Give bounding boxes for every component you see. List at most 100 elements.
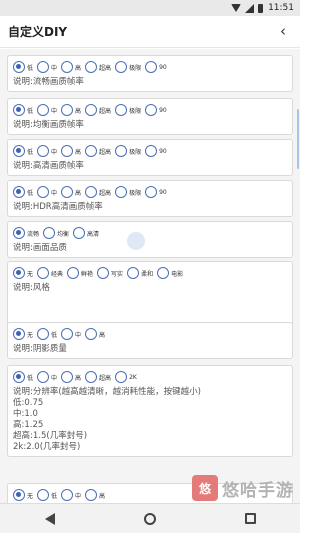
radio-button[interactable]	[43, 227, 56, 239]
radio-label: 高清	[87, 230, 100, 238]
radio-button[interactable]	[37, 267, 50, 279]
radio-button[interactable]	[127, 267, 140, 279]
radio-button[interactable]	[13, 227, 25, 239]
radio-option[interactable]: 无	[13, 328, 33, 340]
radio-option[interactable]: 90	[145, 145, 167, 157]
radio-option[interactable]: 90	[145, 104, 167, 116]
radio-button[interactable]	[85, 61, 98, 73]
radio-option[interactable]: 超高	[85, 186, 111, 198]
radio-option[interactable]: 极限	[115, 104, 141, 116]
radio-button[interactable]	[37, 186, 50, 198]
radio-button[interactable]	[85, 489, 98, 501]
scrollbar[interactable]	[297, 109, 299, 169]
radio-option[interactable]: 高	[61, 371, 81, 383]
radio-option[interactable]: 高	[61, 186, 81, 198]
radio-option[interactable]: 无	[13, 489, 33, 501]
radio-option[interactable]: 超高	[85, 104, 111, 116]
radio-option[interactable]: 高清	[73, 227, 99, 239]
radio-option[interactable]: 高	[61, 104, 81, 116]
radio-option[interactable]: 经典	[37, 267, 63, 279]
radio-option[interactable]: 中	[61, 328, 81, 340]
nav-recent-icon[interactable]	[244, 513, 256, 524]
radio-button[interactable]	[37, 61, 50, 73]
radio-button[interactable]	[85, 328, 98, 340]
radio-option[interactable]: 中	[37, 104, 57, 116]
radio-button[interactable]	[115, 186, 128, 198]
radio-button[interactable]	[37, 489, 50, 501]
radio-button[interactable]	[85, 371, 98, 383]
radio-option[interactable]: 中	[37, 186, 57, 198]
setting-description: 说明:高清画质帧率	[13, 161, 84, 171]
radio-button[interactable]	[13, 145, 25, 157]
radio-option[interactable]: 电影	[157, 267, 183, 279]
radio-button[interactable]	[157, 267, 170, 279]
nav-back-icon[interactable]	[44, 512, 55, 525]
radio-option[interactable]: 低	[13, 61, 33, 73]
radio-option[interactable]: 低	[13, 186, 33, 198]
radio-option[interactable]: 2K	[115, 371, 137, 383]
radio-button[interactable]	[145, 186, 158, 198]
radio-button[interactable]	[13, 267, 25, 279]
radio-button[interactable]	[13, 61, 25, 73]
radio-option[interactable]: 极限	[115, 145, 141, 157]
radio-label: 高	[75, 107, 82, 115]
radio-button[interactable]	[85, 186, 98, 198]
radio-button[interactable]	[145, 104, 158, 116]
nav-home-icon[interactable]	[143, 512, 156, 525]
radio-button[interactable]	[85, 104, 98, 116]
radio-button[interactable]	[61, 61, 74, 73]
radio-option[interactable]: 高	[61, 145, 81, 157]
radio-button[interactable]	[37, 104, 50, 116]
radio-option[interactable]: 超高	[85, 145, 111, 157]
radio-button[interactable]	[73, 227, 86, 239]
radio-button[interactable]	[13, 328, 25, 340]
radio-button[interactable]	[37, 145, 50, 157]
back-chevron-icon[interactable]: ‹	[280, 22, 286, 40]
radio-option[interactable]: 极限	[115, 186, 141, 198]
radio-option[interactable]: 低	[13, 145, 33, 157]
radio-button[interactable]	[13, 371, 25, 383]
radio-button[interactable]	[13, 104, 25, 116]
radio-button[interactable]	[85, 145, 98, 157]
radio-button[interactable]	[37, 371, 50, 383]
radio-button[interactable]	[115, 61, 128, 73]
radio-option[interactable]: 低	[13, 371, 33, 383]
radio-option[interactable]: 高	[61, 61, 81, 73]
radio-button[interactable]	[13, 186, 25, 198]
radio-option[interactable]: 无	[13, 267, 33, 279]
radio-option[interactable]: 流畅	[13, 227, 39, 239]
radio-button[interactable]	[61, 371, 74, 383]
radio-button[interactable]	[61, 328, 74, 340]
radio-button[interactable]	[37, 328, 50, 340]
radio-button[interactable]	[115, 371, 128, 383]
radio-option[interactable]: 写实	[97, 267, 123, 279]
radio-option[interactable]: 中	[37, 145, 57, 157]
radio-option[interactable]: 超高	[85, 61, 111, 73]
radio-option[interactable]: 低	[37, 489, 57, 501]
radio-option[interactable]: 90	[145, 61, 167, 73]
radio-button[interactable]	[67, 267, 80, 279]
radio-option[interactable]: 90	[145, 186, 167, 198]
radio-button[interactable]	[61, 489, 74, 501]
radio-button[interactable]	[61, 145, 74, 157]
radio-button[interactable]	[97, 267, 110, 279]
radio-button[interactable]	[115, 104, 128, 116]
radio-button[interactable]	[145, 61, 158, 73]
radio-option[interactable]: 中	[37, 61, 57, 73]
radio-option[interactable]: 高	[85, 489, 105, 501]
radio-button[interactable]	[115, 145, 128, 157]
radio-option[interactable]: 低	[13, 104, 33, 116]
radio-option[interactable]: 高	[85, 328, 105, 340]
radio-button[interactable]	[145, 145, 158, 157]
radio-option[interactable]: 超高	[85, 371, 111, 383]
radio-button[interactable]	[61, 186, 74, 198]
radio-option[interactable]: 柔和	[127, 267, 153, 279]
radio-option[interactable]: 鲜艳	[67, 267, 93, 279]
radio-option[interactable]: 中	[61, 489, 81, 501]
radio-button[interactable]	[13, 489, 25, 501]
radio-option[interactable]: 低	[37, 328, 57, 340]
radio-option[interactable]: 中	[37, 371, 57, 383]
radio-button[interactable]	[61, 104, 74, 116]
radio-option[interactable]: 极限	[115, 61, 141, 73]
radio-option[interactable]: 均衡	[43, 227, 69, 239]
